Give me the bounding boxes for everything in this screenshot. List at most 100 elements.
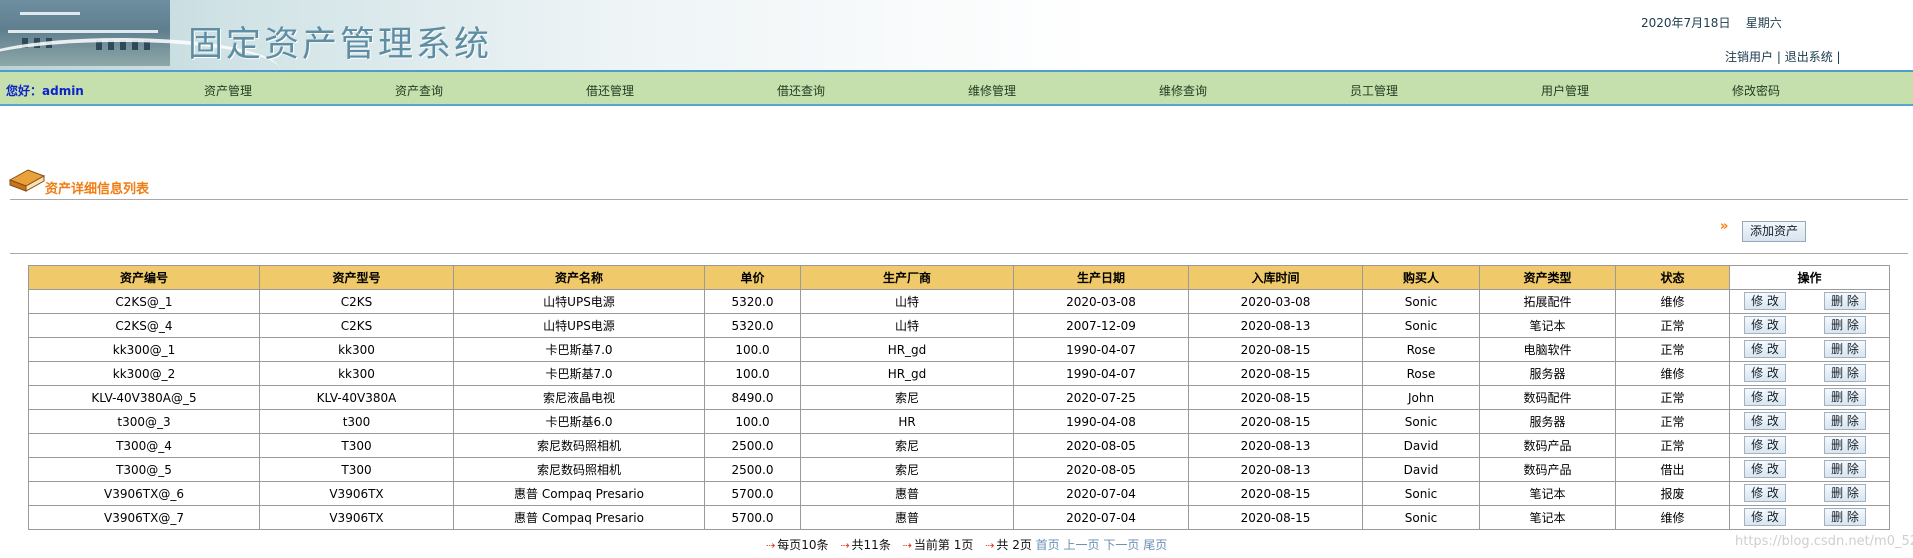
table-cell: KLV-40V380A xyxy=(259,385,454,410)
table-row: C2KS@_4 C2KS 山特UPS电源 5320.0 山特 2007-12-09 2020… xyxy=(28,313,1890,338)
table-cell: 2020-08-15 xyxy=(1188,361,1363,386)
current-page-text: 当前第 1页 xyxy=(913,538,974,552)
table-cell: 笔记本 xyxy=(1479,481,1616,506)
table-cell: 2500.0 xyxy=(704,433,801,458)
nav-change-password[interactable]: 修改密码 xyxy=(1732,82,1780,99)
edit-button[interactable]: 修 改 xyxy=(1744,484,1786,502)
add-asset-button[interactable]: 添加资产 xyxy=(1742,221,1806,242)
table-cell: 2020-08-15 xyxy=(1188,505,1363,530)
arrow-icon: ⇢ xyxy=(840,539,850,552)
table-cell: Rose xyxy=(1362,361,1480,386)
link-separator: | xyxy=(1836,50,1841,64)
next-page-link[interactable]: 下一页 xyxy=(1103,538,1139,552)
table-cell: 山特UPS电源 xyxy=(453,289,705,314)
delete-button[interactable]: 删 除 xyxy=(1824,316,1866,334)
table-cell: V3906TX xyxy=(259,481,454,506)
table-cell: 山特UPS电源 xyxy=(453,313,705,338)
table-cell: kk300 xyxy=(259,361,454,386)
arrow-icon: ⇢ xyxy=(902,539,912,552)
table-cell: 笔记本 xyxy=(1479,505,1616,530)
table-cell: 2020-08-15 xyxy=(1188,385,1363,410)
table-cell: C2KS xyxy=(259,289,454,314)
edit-button[interactable]: 修 改 xyxy=(1744,316,1786,334)
table-cell: kk300@_1 xyxy=(28,337,260,362)
table-cell: 山特 xyxy=(800,313,1014,338)
app-title: 固定资产管理系统 xyxy=(188,25,493,65)
nav-repair-query[interactable]: 维修查询 xyxy=(1159,82,1207,99)
table-cell: 卡巴斯基6.0 xyxy=(453,409,705,434)
table-cell: t300@_3 xyxy=(28,409,260,434)
delete-button[interactable]: 删 除 xyxy=(1824,484,1866,502)
nav-repair-management[interactable]: 维修管理 xyxy=(968,82,1016,99)
edit-button[interactable]: 修 改 xyxy=(1744,292,1786,310)
delete-button[interactable]: 删 除 xyxy=(1824,292,1866,310)
divider xyxy=(10,253,1908,254)
date-display: 2020年7月18日 星期六 xyxy=(1641,14,1782,31)
edit-button[interactable]: 修 改 xyxy=(1744,364,1786,382)
table-cell: David xyxy=(1362,457,1480,482)
table-cell: 报废 xyxy=(1615,481,1730,506)
table-row: V3906TX@_6 V3906TX 惠普 Compaq Presario 5700.… xyxy=(28,481,1890,506)
prev-page-link[interactable]: 上一页 xyxy=(1064,538,1100,552)
header-links: 注销用户 | 退出系统 | xyxy=(1725,48,1841,65)
table-cell: HR xyxy=(800,409,1014,434)
total-count-text: 共11条 xyxy=(851,538,891,552)
delete-button[interactable]: 删 除 xyxy=(1824,364,1866,382)
edit-button[interactable]: 修 改 xyxy=(1744,436,1786,454)
table-cell: t300 xyxy=(259,409,454,434)
exit-system-link[interactable]: 退出系统 xyxy=(1785,50,1833,64)
delete-button[interactable]: 删 除 xyxy=(1824,388,1866,406)
table-cell: 1990-04-07 xyxy=(1013,337,1189,362)
delete-button[interactable]: 删 除 xyxy=(1824,412,1866,430)
delete-button[interactable]: 删 除 xyxy=(1824,436,1866,454)
table-cell: 拓展配件 xyxy=(1479,289,1616,314)
column-header: 状态 xyxy=(1615,265,1730,290)
delete-button[interactable]: 删 除 xyxy=(1824,508,1866,526)
table-cell: 5700.0 xyxy=(704,505,801,530)
edit-button[interactable]: 修 改 xyxy=(1744,388,1786,406)
last-page-link[interactable]: 尾页 xyxy=(1143,538,1167,552)
table-cell: 2020-08-05 xyxy=(1013,457,1189,482)
table-cell: 索尼 xyxy=(800,385,1014,410)
table-row: V3906TX@_7 V3906TX 惠普 Compaq Presario 5700.… xyxy=(28,505,1890,530)
table-cell: 5700.0 xyxy=(704,481,801,506)
table-cell: T300@_4 xyxy=(28,433,260,458)
table-cell: T300 xyxy=(259,457,454,482)
table-cell: John xyxy=(1362,385,1480,410)
nav-user-management[interactable]: 用户管理 xyxy=(1541,82,1589,99)
logout-user-link[interactable]: 注销用户 xyxy=(1725,50,1773,64)
nav-borrow-query[interactable]: 借还查询 xyxy=(777,82,825,99)
column-header: 生产厂商 xyxy=(800,265,1014,290)
edit-button[interactable]: 修 改 xyxy=(1744,460,1786,478)
book-icon xyxy=(8,169,46,192)
table-cell: 正常 xyxy=(1615,313,1730,338)
table-cell: KLV-40V380A@_5 xyxy=(28,385,260,410)
actions-cell: 修 改删 除 xyxy=(1729,385,1890,410)
table-cell: kk300@_2 xyxy=(28,361,260,386)
edit-button[interactable]: 修 改 xyxy=(1744,412,1786,430)
table-cell: Sonic xyxy=(1362,313,1480,338)
edit-button[interactable]: 修 改 xyxy=(1744,508,1786,526)
double-arrow-icon: » xyxy=(1720,219,1729,234)
table-cell: 2500.0 xyxy=(704,457,801,482)
delete-button[interactable]: 删 除 xyxy=(1824,340,1866,358)
link-separator: | xyxy=(1776,50,1785,64)
edit-button[interactable]: 修 改 xyxy=(1744,340,1786,358)
table-cell: 2020-08-15 xyxy=(1188,481,1363,506)
nav-borrow-management[interactable]: 借还管理 xyxy=(586,82,634,99)
divider xyxy=(10,199,1908,200)
column-header: 资产型号 xyxy=(259,265,454,290)
column-header: 生产日期 xyxy=(1013,265,1189,290)
table-cell: 8490.0 xyxy=(704,385,801,410)
table-row: KLV-40V380A@_5 KLV-40V380A 索尼液晶电视 8490.0 索尼 2… xyxy=(28,385,1890,410)
table-cell: 卡巴斯基7.0 xyxy=(453,337,705,362)
pagination: ⇢ 每页10条 ⇢ 共11条 ⇢ 当前第 1页 ⇢ 共 2页 首页 上一页 下一页 尾页 xyxy=(758,536,1167,553)
table-cell: 2007-12-09 xyxy=(1013,313,1189,338)
delete-button[interactable]: 删 除 xyxy=(1824,460,1866,478)
nav-asset-query[interactable]: 资产查询 xyxy=(395,82,443,99)
first-page-link[interactable]: 首页 xyxy=(1036,538,1060,552)
nav-asset-management[interactable]: 资产管理 xyxy=(204,82,252,99)
nav-employee-management[interactable]: 员工管理 xyxy=(1350,82,1398,99)
table-cell: 5320.0 xyxy=(704,313,801,338)
table-cell: 5320.0 xyxy=(704,289,801,314)
